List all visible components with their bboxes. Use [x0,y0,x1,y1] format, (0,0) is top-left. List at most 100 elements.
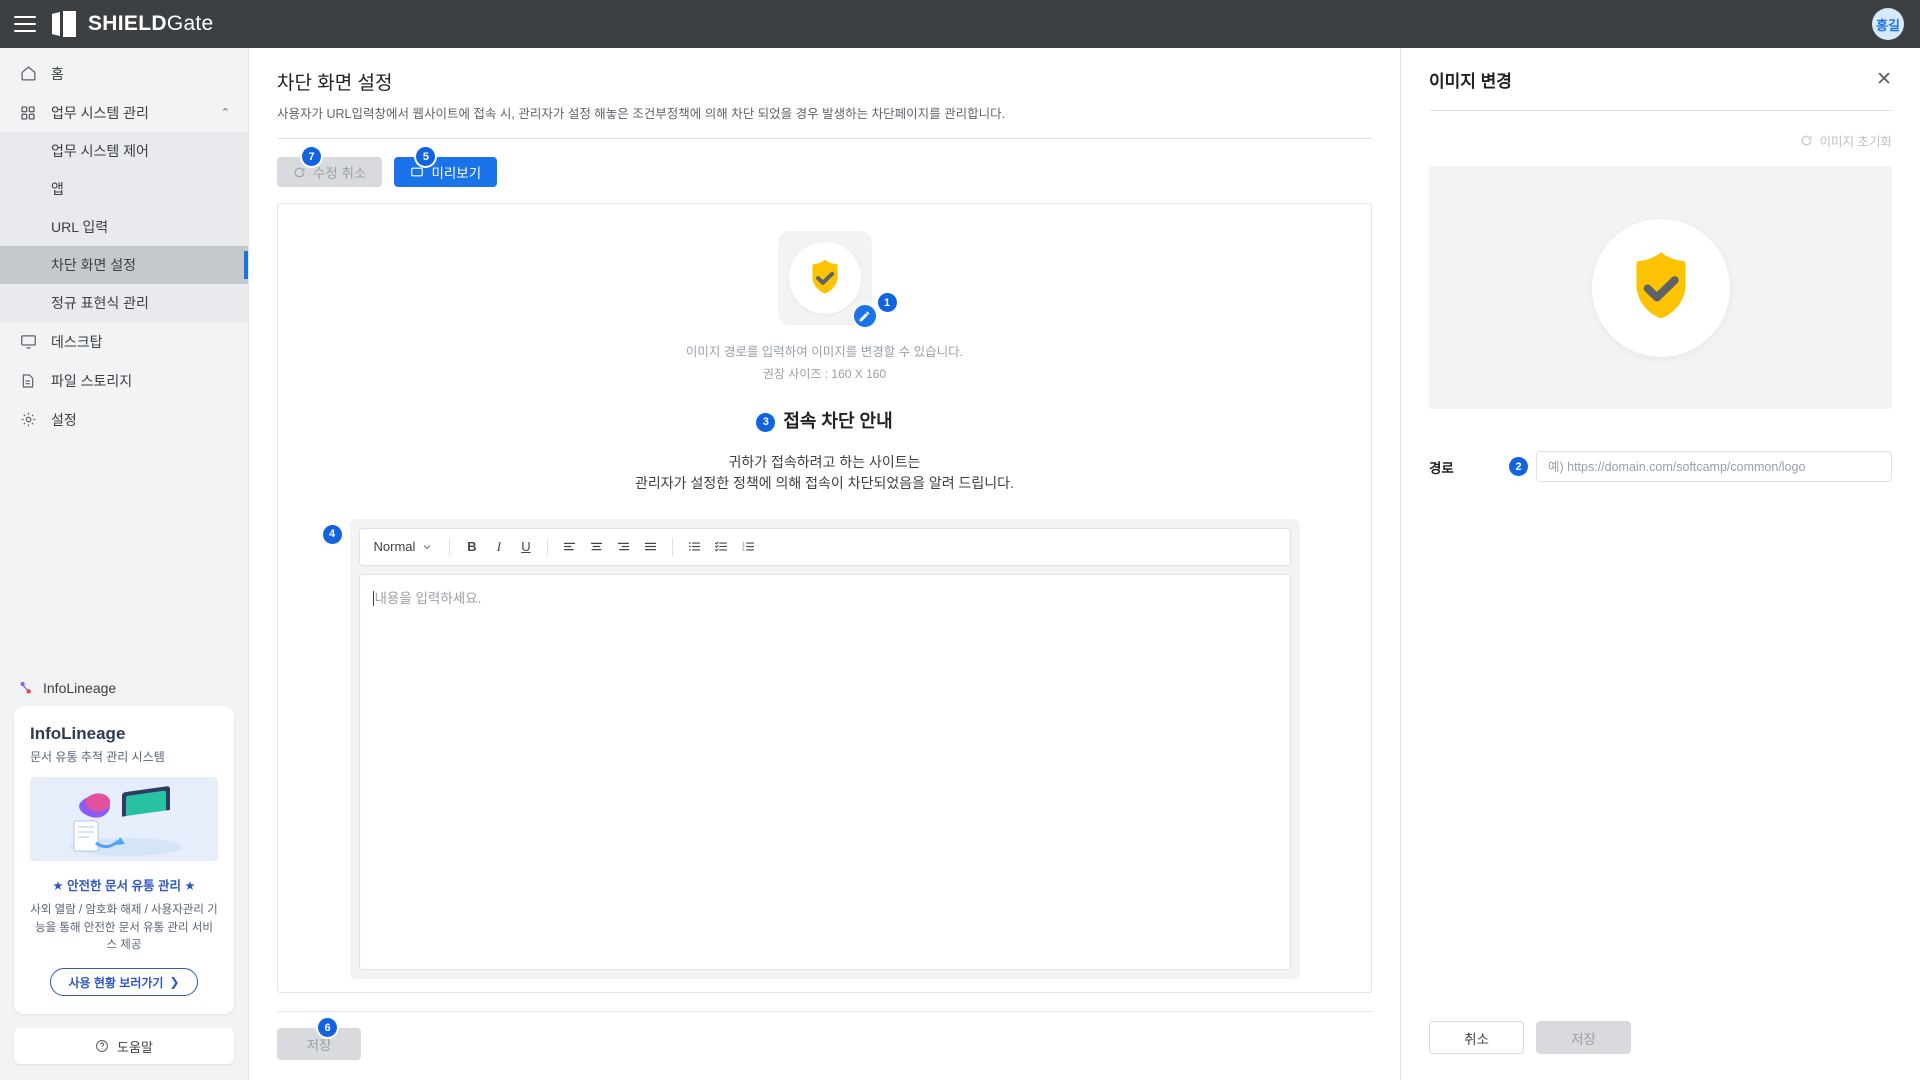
promo-section: InfoLineage InfoLineage 문서 유통 추적 관리 시스템 [0,672,248,1028]
panel-footer: 취소 저장 [1429,1021,1631,1054]
sidebar-item-label: 업무 시스템 관리 [51,104,149,121]
svg-text:3: 3 [743,548,746,553]
block-message: 귀하가 접속하려고 하는 사이트는 관리자가 설정한 정책에 의해 접속이 차단… [278,452,1371,495]
action-button-row: 수정 취소 7 미리보기 5 [277,147,1372,187]
refresh-icon [294,167,305,177]
panel-cancel-label: 취소 [1464,1031,1489,1047]
page-title: 차단 화면 설정 [277,73,393,94]
sidebar-item-desktop[interactable]: 데스크탑 [0,322,248,361]
step-badge-7: 7 [302,147,321,166]
sidebar-item-label: 파일 스토리지 [51,372,133,389]
chevron-up-icon[interactable]: ⌃ [221,106,230,119]
help-label: 도움말 [117,1039,153,1055]
help-button[interactable]: 도움말 [14,1028,234,1064]
monitor-icon [18,332,38,352]
promo-cta-label: 사용 현황 보러가기 [68,975,164,990]
sidebar-item-url-input[interactable]: URL 입력 [0,208,248,246]
align-left-icon[interactable] [557,534,582,559]
step-badge-3: 3 [756,412,776,432]
cancel-edit-button[interactable]: 수정 취소 7 [277,147,383,187]
format-select[interactable]: Normal [370,539,441,554]
promo-header-label: InfoLineage [43,680,117,697]
step-badge-6: 6 [318,1018,337,1037]
sidebar-subitem-label: 정규 표현식 관리 [51,295,149,311]
block-page-preview: 1 이미지 경로를 입력하여 이미지를 변경할 수 있습니다. 권장 사이즈 :… [277,203,1372,993]
brand-logo[interactable]: SHIELDGate [52,11,214,37]
ordered-list-icon[interactable]: 123 [736,534,761,559]
brand-text: SHIELDGate [88,12,214,36]
refresh-icon [1801,135,1811,146]
sidebar-item-label: 홈 [51,65,64,82]
question-icon [96,1040,108,1052]
editor-content-area[interactable]: 내용을 입력하세요. [358,573,1291,970]
sidebar: 홈 업무 시스템 관리 ⌃ 업무 시스템 제어 앱 URL 입력 차단 화면 설… [0,48,249,1080]
pencil-icon [859,311,870,321]
preview-label: 미리보기 [431,166,482,181]
sidebar-item-label: 설정 [51,411,77,428]
home-icon [18,64,38,84]
sidebar-item-app[interactable]: 앱 [0,170,248,208]
image-hint: 이미지 경로를 입력하여 이미지를 변경할 수 있습니다. [685,345,964,359]
promo-title: InfoLineage [30,724,126,744]
step-badge-2: 2 [1509,457,1528,476]
sidebar-item-business-system[interactable]: 업무 시스템 관리 ⌃ [0,93,248,132]
chevron-right-icon: ❯ [169,975,180,989]
toolbar-divider [449,537,451,556]
bullet-list-icon[interactable] [682,534,707,559]
window-icon [411,167,424,177]
avatar[interactable]: 홍길 [1872,8,1904,40]
path-input[interactable] [1536,451,1892,482]
top-bar: SHIELDGate 홍길 [0,0,1920,48]
promo-cta-button[interactable]: 사용 현황 보러가기 ❯ [50,968,198,996]
file-icon [18,371,38,391]
sidebar-item-home[interactable]: 홈 [0,54,248,93]
promo-header: InfoLineage [14,672,234,706]
align-justify-icon[interactable] [638,534,663,559]
promo-illustration [30,777,218,862]
chevron-down-icon [424,545,431,550]
save-row: 저장 6 [277,1018,1372,1060]
sidebar-subitem-label: 업무 시스템 제어 [51,143,149,159]
sidebar-item-regex-management[interactable]: 정규 표현식 관리 [0,284,248,322]
edit-image-button[interactable] [851,303,878,329]
italic-button[interactable]: I [486,534,511,559]
panel-save-button[interactable]: 저장 [1536,1021,1631,1054]
shield-preview [1591,218,1730,357]
panel-cancel-button[interactable]: 취소 [1429,1021,1524,1054]
align-right-icon[interactable] [611,534,636,559]
align-center-icon[interactable] [584,534,609,559]
sidebar-item-label: 데스크탑 [51,333,103,350]
sidebar-item-block-screen-settings[interactable]: 차단 화면 설정 [0,246,248,284]
promo-card[interactable]: InfoLineage 문서 유통 추적 관리 시스템 ★ 안전한 문서 유통 … [14,706,234,1014]
shield-check-icon [1635,251,1686,318]
image-change-panel: 이미지 변경 ✕ 이미지 초기화 경로 2 취소 저장 [1400,48,1920,1080]
brand-bold: SHIELD [88,12,167,35]
gear-icon [18,410,38,430]
sidebar-subitem-label: URL 입력 [51,219,109,235]
step-badge-1: 1 [877,293,897,312]
editor-toolbar: Normal B I U 1 2 3 [358,527,1291,566]
sidebar-item-settings[interactable]: 설정 [0,400,248,439]
hamburger-icon[interactable] [14,16,36,32]
sidebar-item-system-control[interactable]: 업무 시스템 제어 [0,132,248,170]
shield-image [788,242,861,314]
rich-text-editor: 4 Normal B I U 1 2 3 내용을 입력하세요. [322,518,1300,979]
promo-subtitle: 문서 유통 추적 관리 시스템 [30,750,165,765]
panel-save-label: 저장 [1571,1031,1596,1047]
promo-description: 사외 열람 / 암호화 해제 / 사용자관리 기능을 통해 안전한 문서 유통 … [30,904,218,951]
divider [277,138,1372,139]
preview-button[interactable]: 미리보기 5 [394,147,498,187]
panel-header: 이미지 변경 ✕ [1429,48,1892,110]
grid-icon [18,103,38,123]
check-list-icon[interactable] [709,534,734,559]
reset-image-button[interactable]: 이미지 초기화 [1429,131,1892,150]
shieldgate-mark-icon [52,11,78,37]
underline-button[interactable]: U [513,534,538,559]
path-field-row: 경로 2 [1429,451,1892,482]
shield-check-icon [811,259,838,294]
close-icon[interactable]: ✕ [1876,70,1892,89]
divider [277,1011,1372,1012]
sidebar-item-file-storage[interactable]: 파일 스토리지 [0,361,248,400]
bold-button[interactable]: B [459,534,484,559]
brand-light: Gate [166,12,214,35]
